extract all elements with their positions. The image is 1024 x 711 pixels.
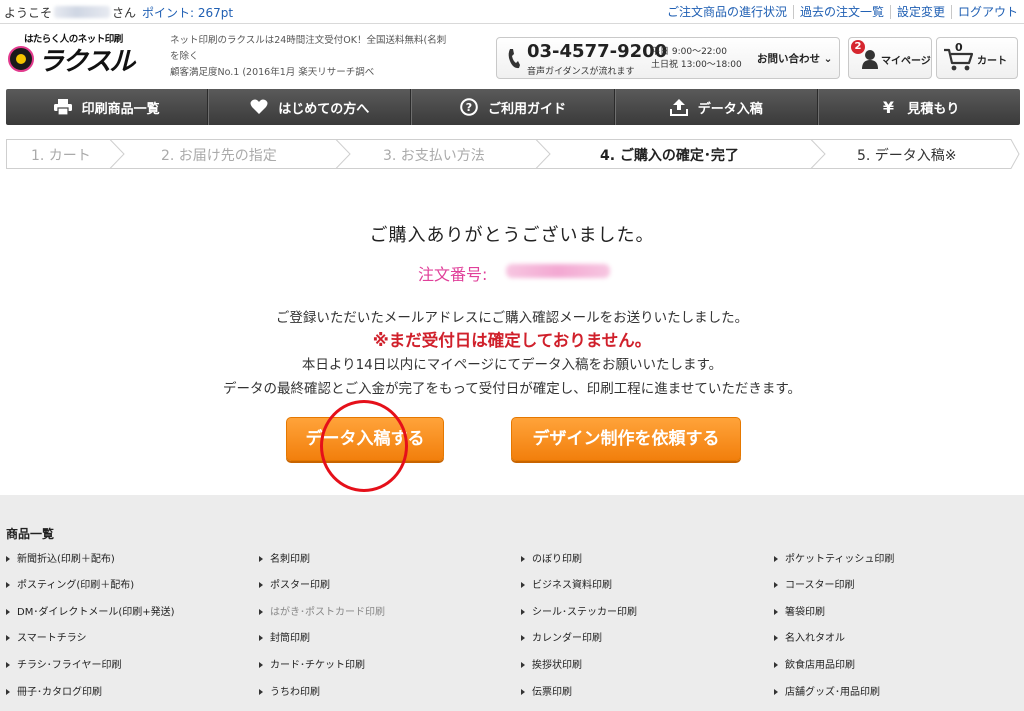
product-link[interactable]: 名入れタオル [774, 629, 845, 644]
logo-mark-icon [8, 46, 34, 72]
phone-hours: 平日 9:00～22:00 土日祝 13:00～18:00 [651, 46, 742, 72]
order-progress-link[interactable]: ご注文商品の進行状況 [661, 5, 793, 19]
inquiry-dropdown[interactable]: お問い合わせ ⌄ [757, 51, 832, 66]
product-link[interactable]: カード･チケット印刷 [259, 656, 365, 671]
nav-item-estimate[interactable]: ¥ 見積もり [817, 89, 1020, 125]
welcome-suffix: さん [112, 6, 137, 20]
upload-icon [669, 98, 688, 116]
step-5-data-upload: 5. データ入稿※ [857, 148, 957, 164]
step-2-shipping: 2. お届け先の指定 [161, 148, 277, 164]
points-link[interactable]: ポイント: 267pt [142, 6, 233, 20]
mypage-label: マイページ [881, 56, 931, 67]
top-links: ご注文商品の進行状況 過去の注文一覧 設定変更 ログアウト [661, 0, 1024, 24]
product-link[interactable]: のぼり印刷 [521, 550, 582, 565]
question-icon: ? [460, 98, 478, 116]
product-link[interactable]: DM･ダイレクトメール(印刷+発送) [6, 603, 175, 618]
checkout-steps: 1. カート 2. お届け先の指定 3. お支払い方法 4. ご購入の確定･完了… [6, 139, 1020, 169]
highlight-circle [320, 400, 408, 492]
person-icon [862, 50, 878, 69]
header-desc-line: ネット印刷のラクスルは24時間注文受付OK！全国送料無料(名刺 [170, 35, 447, 46]
phone-guidance: 音声ガイダンスが流れます [527, 67, 635, 77]
yen-icon: ¥ [882, 97, 894, 117]
product-link[interactable]: 店舗グッズ･用品印刷 [774, 683, 880, 698]
product-link[interactable]: 新聞折込(印刷＋配布) [6, 550, 115, 565]
product-link[interactable]: シール･ステッカー印刷 [521, 603, 637, 618]
warning-message: ※まだ受付日は確定しておりません。 [372, 331, 652, 350]
nav-label: データ入稿 [697, 101, 763, 117]
header-desc-line: 顧客満足度No.1 (2016年1月 楽天リサーチ調べ [170, 67, 375, 78]
hours-weekday: 平日 9:00～22:00 [651, 47, 728, 57]
mypage-button[interactable]: 2 マイページ [848, 37, 932, 79]
step-1-cart: 1. カート [31, 148, 91, 164]
order-number-redacted [506, 264, 610, 278]
phone-contact-box: 03-4577-9200 音声ガイダンスが流れます 平日 9:00～22:00 … [496, 37, 840, 79]
product-link[interactable]: 箸袋印刷 [774, 603, 825, 618]
header-desc-line: を除く [170, 51, 199, 62]
product-link[interactable]: スマートチラシ [6, 629, 87, 644]
header-description: ネット印刷のラクスルは24時間注文受付OK！全国送料無料(名刺 を除く 顧客満足… [170, 33, 470, 81]
design-request-button[interactable]: デザイン制作を依頼する [511, 417, 741, 461]
order-number-label: 注文番号: [418, 265, 488, 284]
product-link[interactable]: ポケットティッシュ印刷 [774, 550, 894, 565]
heart-icon [250, 98, 268, 116]
nav-item-guide[interactable]: ? ご利用ガイド [411, 89, 615, 125]
top-utility-bar: ようこそ さん ポイント: 267pt ご注文商品の進行状況 過去の注文一覧 設定変… [0, 0, 1024, 24]
svg-text:?: ? [466, 101, 472, 114]
thanks-heading: ご購入ありがとうございました。 [369, 225, 655, 246]
order-history-link[interactable]: 過去の注文一覧 [792, 5, 890, 19]
step-4-confirm: 4. ご購入の確定･完了 [600, 148, 739, 164]
upload-deadline-message: 本日より14日以内にマイページにてデータ入稿をお願いいたします。 [301, 357, 723, 373]
user-name-redacted [54, 6, 111, 18]
confirmation-mail-message: ご登録いただいたメールアドレスにご購入確認メールをお送りいたしました。 [275, 310, 749, 326]
receipt-date-message: データの最終確認とご入金が完了をもって受付日が確定し、印刷工程に進ませていただき… [222, 381, 802, 397]
welcome-message: ようこそ さん ポイント: 267pt [4, 4, 233, 21]
product-list-title: 商品一覧 [6, 527, 55, 541]
printer-icon [53, 98, 72, 116]
site-logo[interactable]: はたらく人のネット印刷 ラクスル [8, 31, 158, 83]
site-header: はたらく人のネット印刷 ラクスル ネット印刷のラクスルは24時間注文受付OK！全… [0, 25, 1024, 87]
chevron-down-icon: ⌄ [823, 53, 833, 65]
product-link[interactable]: 飲食店用品印刷 [774, 656, 855, 671]
nav-label: 見積もり [907, 101, 960, 117]
product-link[interactable]: うちわ印刷 [259, 683, 320, 698]
product-link[interactable]: チラシ･フライヤー印刷 [6, 656, 122, 671]
cart-count: 0 [955, 41, 963, 54]
hours-weekend: 土日祝 13:00～18:00 [651, 60, 742, 70]
settings-link[interactable]: 設定変更 [889, 5, 951, 19]
product-link[interactable]: カレンダー印刷 [521, 629, 602, 644]
product-link[interactable]: ポスター印刷 [259, 576, 330, 591]
main-nav: 印刷商品一覧 はじめての方へ ? ご利用ガイド データ入稿 ¥ 見積もり [6, 89, 1020, 125]
nav-item-data-upload[interactable]: データ入稿 [614, 89, 818, 125]
product-link[interactable]: 封筒印刷 [259, 629, 310, 644]
phone-number: 03-4577-9200 [527, 41, 668, 62]
product-link[interactable]: 名刺印刷 [259, 550, 310, 565]
nav-item-products[interactable]: 印刷商品一覧 [6, 89, 209, 125]
nav-label: はじめての方へ [278, 101, 370, 117]
phone-icon [508, 49, 520, 69]
product-link[interactable]: ポスティング(印刷＋配布) [6, 576, 134, 591]
inquiry-label: お問い合わせ [757, 53, 820, 65]
product-link[interactable]: コースター印刷 [774, 576, 855, 591]
step-3-payment: 3. お支払い方法 [383, 148, 485, 164]
cart-label: カート [977, 56, 1007, 67]
product-link[interactable]: 挨拶状印刷 [521, 656, 582, 671]
product-list-footer: 商品一覧 新聞折込(印刷＋配布) ポスティング(印刷＋配布) DM･ダイレクトメ… [0, 495, 1024, 711]
product-link[interactable]: はがき･ポストカード印刷 [259, 603, 385, 618]
nav-item-first-time[interactable]: はじめての方へ [208, 89, 412, 125]
logo-name: ラクスル [38, 47, 135, 77]
product-link[interactable]: 伝票印刷 [521, 683, 572, 698]
logout-link[interactable]: ログアウト [950, 5, 1024, 19]
nav-label: ご利用ガイド [488, 101, 567, 117]
welcome-prefix: ようこそ [4, 6, 53, 20]
product-link[interactable]: 冊子･カタログ印刷 [6, 683, 102, 698]
cart-button[interactable]: 0 カート [936, 37, 1018, 79]
product-link[interactable]: ビジネス資料印刷 [521, 576, 612, 591]
nav-label: 印刷商品一覧 [81, 101, 160, 117]
